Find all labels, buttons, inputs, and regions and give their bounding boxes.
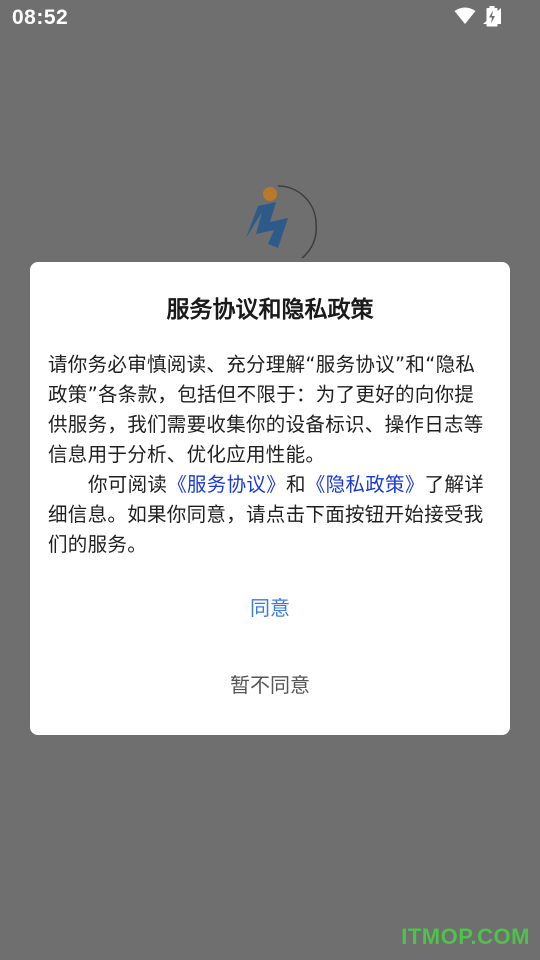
- status-bar: 08:52: [0, 0, 540, 36]
- dialog-paragraph-1: 请你务必审慎阅读、充分理解“服务协议”和“隐私政策”各条款，包括但不限于：为了更…: [48, 353, 484, 466]
- agree-button[interactable]: 同意: [30, 590, 510, 626]
- watermark-logo: ITMOP.COM: [401, 924, 530, 949]
- wifi-icon: [454, 7, 476, 29]
- privacy-dialog: 服务协议和隐私政策 请你务必审慎阅读、充分理解“服务协议”和“隐私政策”各条款，…: [30, 262, 510, 735]
- privacy-policy-link[interactable]: 《隐私政策》: [306, 473, 425, 496]
- app-logo: [238, 178, 324, 268]
- conjunction-text: 和: [286, 473, 306, 496]
- battery-charging-icon: [486, 6, 498, 31]
- status-time: 08:52: [12, 6, 69, 29]
- service-agreement-link[interactable]: 《服务协议》: [167, 473, 286, 496]
- dialog-body: 请你务必审慎阅读、充分理解“服务协议”和“隐私政策”各条款，包括但不限于：为了更…: [48, 350, 493, 560]
- paragraph-2-prefix: 你可阅读: [88, 473, 168, 496]
- disagree-button[interactable]: 暂不同意: [30, 667, 510, 703]
- app-screen: 08:52 服务协议和隐私政策 请你务必审慎阅读、充分理解“服务协议”和“隐私政…: [0, 0, 540, 960]
- dialog-title: 服务协议和隐私政策: [166, 297, 374, 323]
- dialog-paragraph-2: 你可阅读《服务协议》和《隐私政策》了解详细信息。如果你同意，请点击下面按钮开始接…: [48, 470, 493, 560]
